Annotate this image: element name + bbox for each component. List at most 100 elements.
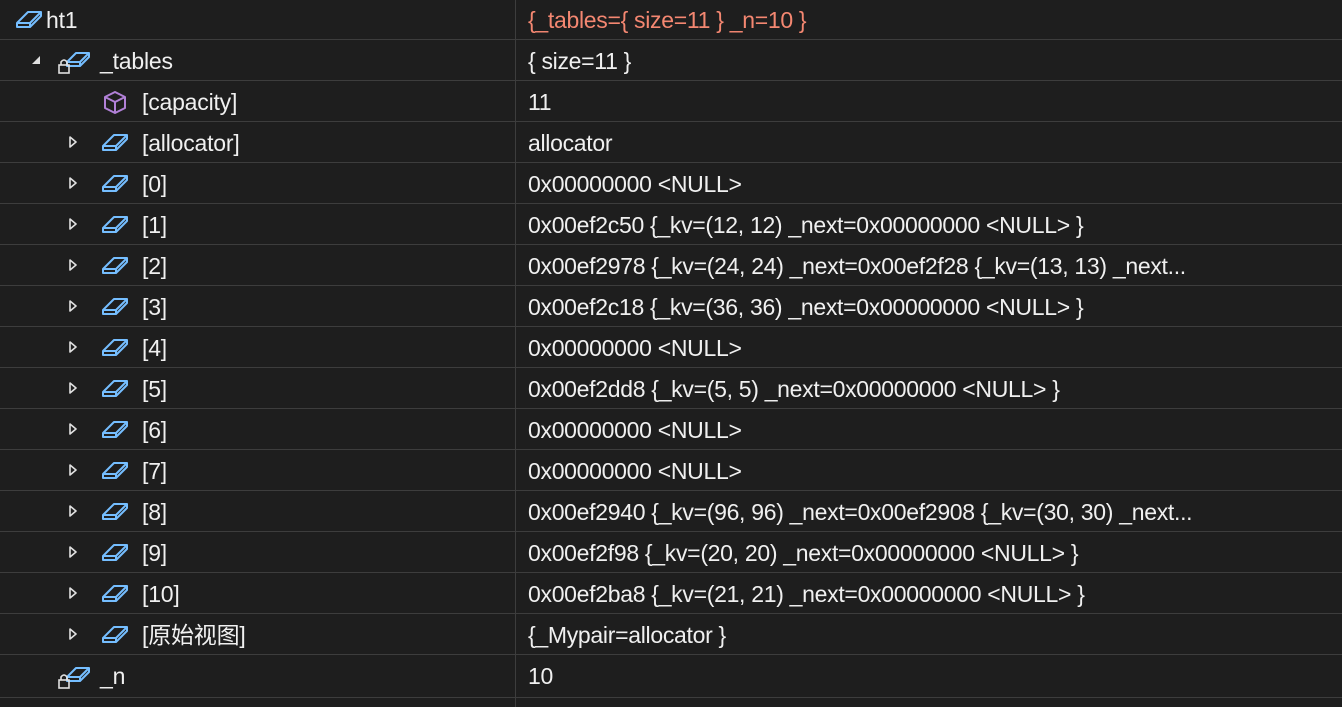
variable-name: ht1 — [46, 7, 78, 33]
variable-name: [7] — [142, 458, 167, 484]
watch-row-ht1[interactable]: ht1 {_tables={ size=11 } _n=10 } — [0, 0, 1342, 40]
variable-name: [3] — [142, 294, 167, 320]
name-cell: [5] — [0, 369, 515, 409]
watch-row-n[interactable]: _n 10 — [0, 656, 1342, 698]
name-cell: [allocator] — [0, 123, 515, 163]
watch-row-index-10[interactable]: [10] 0x00ef2ba8 {_kv=(21, 21) _next=0x00… — [0, 574, 1342, 614]
variable-value[interactable]: { size=11 } — [528, 41, 1336, 81]
name-cell: [9] — [0, 533, 515, 573]
collapsed-triangle-icon[interactable] — [68, 123, 82, 163]
name-cell: [7] — [0, 451, 515, 491]
object-icon — [100, 212, 130, 238]
watch-row-raw-view[interactable]: [原始视图] {_Mypair=allocator } — [0, 615, 1342, 655]
collapsed-triangle-icon[interactable] — [68, 287, 82, 327]
collapsed-triangle-icon[interactable] — [68, 205, 82, 245]
watch-row-index-9[interactable]: [9] 0x00ef2f98 {_kv=(20, 20) _next=0x000… — [0, 533, 1342, 573]
name-cell: [10] — [0, 574, 515, 614]
collapsed-triangle-icon[interactable] — [68, 574, 82, 614]
variable-value[interactable]: 0x00ef2f98 {_kv=(20, 20) _next=0x0000000… — [528, 533, 1336, 573]
name-cell: [2] — [0, 246, 515, 286]
expanded-triangle-icon[interactable] — [30, 41, 44, 81]
variable-name: _n — [100, 663, 126, 689]
variable-value[interactable]: 0x00ef2940 {_kv=(96, 96) _next=0x00ef290… — [528, 492, 1336, 532]
watch-row-index-3[interactable]: [3] 0x00ef2c18 {_kv=(36, 36) _next=0x000… — [0, 287, 1342, 327]
name-cell: [1] — [0, 205, 515, 245]
variable-name: [1] — [142, 212, 167, 238]
object-icon — [100, 581, 130, 607]
variable-value[interactable]: 0x00ef2dd8 {_kv=(5, 5) _next=0x00000000 … — [528, 369, 1336, 409]
private-field-icon — [58, 663, 90, 689]
variable-value[interactable]: 0x00ef2ba8 {_kv=(21, 21) _next=0x0000000… — [528, 574, 1336, 614]
name-cell: [3] — [0, 287, 515, 327]
object-icon — [100, 540, 130, 566]
watch-row-index-8[interactable]: [8] 0x00ef2940 {_kv=(96, 96) _next=0x00e… — [0, 492, 1342, 532]
name-cell: [6] — [0, 410, 515, 450]
variable-value[interactable]: {_Mypair=allocator } — [528, 615, 1336, 655]
name-cell: [capacity] — [0, 82, 515, 122]
name-cell: [4] — [0, 328, 515, 368]
object-icon — [100, 622, 130, 648]
variable-value[interactable]: 0x00000000 <NULL> — [528, 164, 1336, 204]
collapsed-triangle-icon[interactable] — [68, 410, 82, 450]
name-cell: ht1 — [0, 0, 515, 40]
collapsed-triangle-icon[interactable] — [68, 492, 82, 532]
watch-row-index-1[interactable]: [1] 0x00ef2c50 {_kv=(12, 12) _next=0x000… — [0, 205, 1342, 245]
object-icon — [100, 376, 130, 402]
object-icon — [100, 335, 130, 361]
variable-name: [capacity] — [142, 89, 238, 115]
variable-name: [8] — [142, 499, 167, 525]
watch-row-tables[interactable]: _tables { size=11 } — [0, 41, 1342, 81]
variable-value[interactable]: allocator — [528, 123, 1336, 163]
watch-window: ht1 {_tables={ size=11 } _n=10 } _tables… — [0, 0, 1342, 707]
column-divider[interactable] — [515, 0, 516, 707]
object-icon — [100, 499, 130, 525]
variable-value[interactable]: {_tables={ size=11 } _n=10 } — [528, 0, 1336, 40]
variable-name: [9] — [142, 540, 167, 566]
variable-name: _tables — [100, 48, 173, 74]
watch-row-index-6[interactable]: [6] 0x00000000 <NULL> — [0, 410, 1342, 450]
property-cube-icon — [103, 89, 133, 115]
variable-name: [6] — [142, 417, 167, 443]
variable-name: [5] — [142, 376, 167, 402]
collapsed-triangle-icon[interactable] — [68, 451, 82, 491]
private-field-icon — [58, 48, 90, 74]
variable-value[interactable]: 0x00000000 <NULL> — [528, 451, 1336, 491]
name-cell: _tables — [0, 41, 515, 81]
watch-row-index-0[interactable]: [0] 0x00000000 <NULL> — [0, 164, 1342, 204]
variable-value[interactable]: 0x00ef2c50 {_kv=(12, 12) _next=0x0000000… — [528, 205, 1336, 245]
name-cell: [原始视图] — [0, 615, 515, 655]
object-icon — [100, 130, 130, 156]
variable-name: [4] — [142, 335, 167, 361]
collapsed-triangle-icon[interactable] — [68, 615, 82, 655]
variable-name: [allocator] — [142, 130, 240, 156]
variable-value[interactable]: 11 — [528, 82, 1336, 122]
name-cell: _n — [0, 656, 515, 696]
variable-value[interactable]: 0x00000000 <NULL> — [528, 328, 1336, 368]
collapsed-triangle-icon[interactable] — [68, 533, 82, 573]
object-icon — [100, 417, 130, 443]
variable-value[interactable]: 10 — [528, 656, 1336, 696]
variable-value[interactable]: 0x00ef2c18 {_kv=(36, 36) _next=0x0000000… — [528, 287, 1336, 327]
variable-value[interactable]: 0x00ef2978 {_kv=(24, 24) _next=0x00ef2f2… — [528, 246, 1336, 286]
object-icon — [100, 171, 130, 197]
variable-name: [2] — [142, 253, 167, 279]
variable-name: [10] — [142, 581, 180, 607]
object-icon — [14, 7, 44, 33]
variable-value[interactable]: 0x00000000 <NULL> — [528, 410, 1336, 450]
watch-row-allocator[interactable]: [allocator] allocator — [0, 123, 1342, 163]
collapsed-triangle-icon[interactable] — [68, 164, 82, 204]
collapsed-triangle-icon[interactable] — [68, 246, 82, 286]
watch-row-capacity[interactable]: [capacity] 11 — [0, 82, 1342, 122]
object-icon — [100, 294, 130, 320]
collapsed-triangle-icon[interactable] — [68, 328, 82, 368]
watch-row-index-5[interactable]: [5] 0x00ef2dd8 {_kv=(5, 5) _next=0x00000… — [0, 369, 1342, 409]
watch-row-index-4[interactable]: [4] 0x00000000 <NULL> — [0, 328, 1342, 368]
name-cell: [8] — [0, 492, 515, 532]
collapsed-triangle-icon[interactable] — [68, 369, 82, 409]
variable-name: [原始视图] — [142, 622, 246, 648]
watch-row-index-2[interactable]: [2] 0x00ef2978 {_kv=(24, 24) _next=0x00e… — [0, 246, 1342, 286]
object-icon — [100, 458, 130, 484]
watch-row-index-7[interactable]: [7] 0x00000000 <NULL> — [0, 451, 1342, 491]
name-cell: [0] — [0, 164, 515, 204]
variable-name: [0] — [142, 171, 167, 197]
